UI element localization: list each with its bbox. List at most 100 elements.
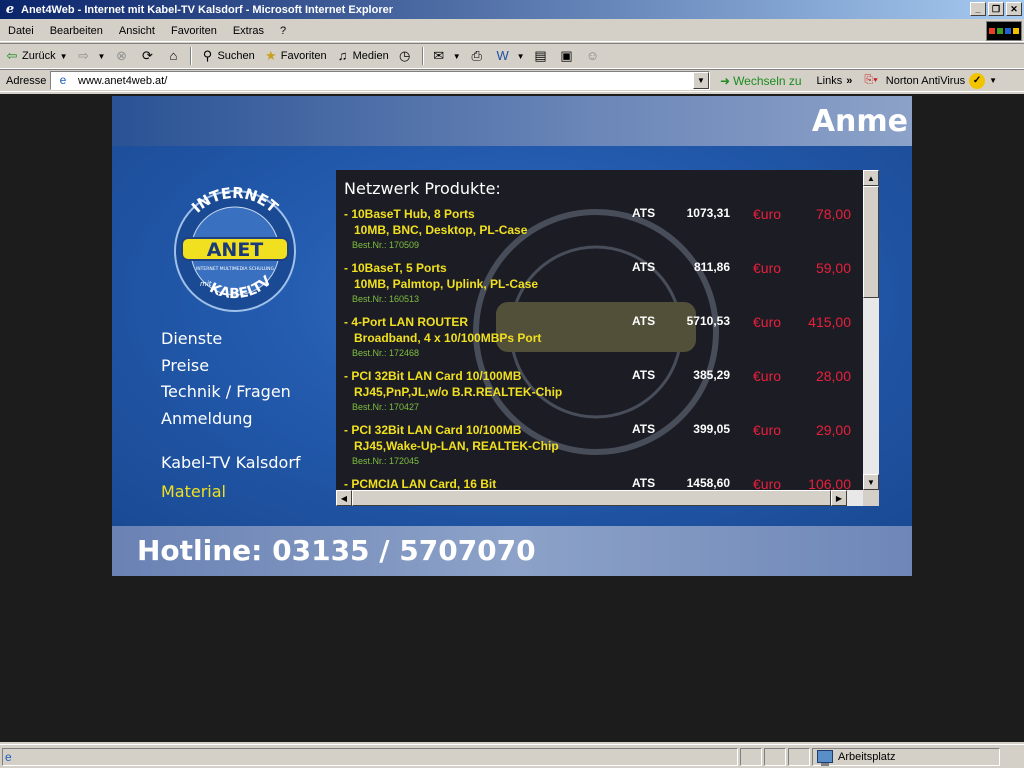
nav-kabeltv[interactable]: Kabel-TV Kalsdorf	[161, 450, 301, 477]
mail-button[interactable]: ✉ ▼	[427, 45, 465, 67]
logo-mit-text: mit	[200, 280, 212, 288]
ie-icon: e	[5, 2, 15, 17]
norton-antivirus-button[interactable]: Norton AntiVirus ✓ ▼	[885, 72, 997, 89]
go-arrow-icon: ➜	[720, 73, 731, 88]
menu-bearbeiten[interactable]: Bearbeiten	[42, 25, 111, 37]
ats-price: 811,86	[693, 260, 730, 274]
menu-extras[interactable]: Extras	[225, 25, 272, 37]
product-row[interactable]: - PCI 32Bit LAN Card 10/100MB RJ45,Wake-…	[344, 422, 854, 476]
media-icon: ♫	[337, 48, 348, 63]
status-text-area: e	[2, 747, 738, 766]
research-icon: ▣	[560, 48, 573, 63]
address-dropdown-button[interactable]: ▼	[693, 72, 709, 89]
product-name: - PCI 32Bit LAN Card 10/100MB RJ45,PnP,J…	[344, 369, 563, 399]
menu-favoriten[interactable]: Favoriten	[163, 25, 225, 37]
restore-button[interactable]: ❐	[988, 2, 1004, 16]
product-name: - PCI 32Bit LAN Card 10/100MB RJ45,Wake-…	[344, 423, 559, 453]
norton-label: Norton AntiVirus	[885, 74, 966, 87]
ats-price: 385,29	[693, 368, 730, 382]
discuss-icon: ▤	[534, 48, 547, 63]
forward-arrow-icon: ⇨	[78, 48, 89, 63]
address-url: www.anet4web.at/	[78, 74, 168, 87]
nav-technik[interactable]: Technik / Fragen	[161, 379, 301, 406]
product-row[interactable]: - 4-Port LAN ROUTER Broadband, 4 x 10/10…	[344, 314, 854, 368]
product-order-number: Best.Nr.: 172045	[352, 456, 420, 466]
close-button[interactable]: ✕	[1006, 2, 1022, 16]
horizontal-scroll-thumb[interactable]	[352, 490, 831, 506]
print-button[interactable]: ⎙	[465, 45, 491, 67]
menu-datei[interactable]: Datei	[0, 25, 42, 37]
scroll-left-button[interactable]: ◀	[336, 490, 352, 506]
mail-icon: ✉	[433, 48, 445, 63]
messenger-button[interactable]: ☺	[581, 45, 607, 67]
search-button[interactable]: ⚲ Suchen	[195, 45, 258, 67]
back-button[interactable]: ⇦ Zurück ▼	[0, 45, 72, 67]
vertical-scrollbar[interactable]: ▲ ▼	[863, 170, 879, 490]
pdf-icon[interactable]: ⎘▾	[864, 74, 877, 87]
mail-dropdown-icon: ▼	[452, 51, 461, 61]
product-row[interactable]: - 10BaseT, 5 Ports 10MB, Palmtop, Uplink…	[344, 260, 854, 314]
ats-price: 5710,53	[686, 314, 730, 328]
euro-price: 78,00	[815, 206, 851, 222]
research-button[interactable]: ▣	[555, 45, 581, 67]
toolbar-separator	[421, 47, 424, 65]
address-input[interactable]: e www.anet4web.at/ ▼	[50, 71, 710, 90]
horizontal-scrollbar[interactable]: ◀ ▶	[336, 490, 863, 506]
nav-anmeldung[interactable]: Anmeldung	[161, 406, 301, 433]
refresh-button[interactable]: ⟳	[135, 45, 161, 67]
status-cell	[788, 747, 810, 766]
security-zone: Arbeitsplatz	[812, 747, 1000, 766]
media-button[interactable]: ♫ Medien	[331, 45, 393, 67]
euro-price: 59,00	[815, 260, 851, 276]
history-button[interactable]: ◷	[393, 45, 419, 67]
anet-logo[interactable]: INTERNET KABELTV mit ANET INTERNET MULTI…	[160, 186, 310, 316]
forward-button[interactable]: ⇨ ▼	[72, 45, 110, 67]
site-footer-band: Hotline: 03135 / 5707070	[112, 526, 912, 576]
favorites-button[interactable]: ★ Favoriten	[259, 45, 331, 67]
edit-dropdown-icon: ▼	[516, 51, 525, 61]
nav-dienste[interactable]: Dienste	[161, 326, 301, 353]
site-main: INTERNET KABELTV mit ANET INTERNET MULTI…	[112, 146, 912, 526]
product-name: - 10BaseT Hub, 8 Ports 10MB, BNC, Deskto…	[344, 207, 528, 237]
toolbar-separator	[190, 47, 193, 65]
links-button[interactable]: Links	[817, 75, 843, 87]
stop-icon: ⊗	[116, 48, 127, 63]
vertical-scroll-thumb[interactable]	[863, 186, 879, 298]
euro-label: €uro	[753, 206, 782, 222]
menu-help[interactable]: ?	[272, 25, 294, 37]
home-button[interactable]: ⌂	[161, 45, 187, 67]
ats-label: ATS	[632, 206, 656, 220]
word-edit-icon: W	[496, 48, 509, 63]
discuss-button[interactable]: ▤	[529, 45, 555, 67]
links-chevron-icon[interactable]: »	[846, 75, 852, 87]
stop-button[interactable]: ⊗	[109, 45, 135, 67]
browser-content: Anme INTERNET KABELTV mit ANET INTERNET …	[0, 94, 1024, 742]
menu-ansicht[interactable]: Ansicht	[111, 25, 163, 37]
product-row[interactable]: - PCI 32Bit LAN Card 10/100MB RJ45,PnP,J…	[344, 368, 854, 422]
scroll-up-button[interactable]: ▲	[863, 170, 879, 186]
home-icon: ⌂	[169, 48, 178, 63]
ats-label: ATS	[632, 260, 656, 274]
edit-button[interactable]: W ▼	[491, 45, 529, 67]
media-label: Medien	[352, 50, 389, 62]
search-label: Suchen	[217, 50, 255, 62]
favorites-label: Favoriten	[280, 50, 327, 62]
anet-site: Anme INTERNET KABELTV mit ANET INTERNET …	[112, 96, 912, 576]
scroll-right-button[interactable]: ▶	[831, 490, 847, 506]
scroll-down-button[interactable]: ▼	[863, 474, 879, 490]
ats-label: ATS	[632, 476, 656, 490]
nav-preise[interactable]: Preise	[161, 353, 301, 380]
address-bar: Adresse e www.anet4web.at/ ▼ ➜ Wechseln …	[0, 69, 1024, 92]
zone-label: Arbeitsplatz	[838, 750, 896, 763]
euro-label: €uro	[753, 314, 782, 330]
window-titlebar: e Anet4Web - Internet mit Kabel-TV Kalsd…	[0, 0, 1024, 19]
ats-price: 399,05	[693, 422, 730, 436]
euro-label: €uro	[753, 368, 782, 384]
status-cell	[740, 747, 762, 766]
go-button[interactable]: ➜ Wechseln zu	[720, 74, 805, 88]
euro-price: 29,00	[815, 422, 851, 438]
minimize-button[interactable]: _	[970, 2, 986, 16]
nav-material[interactable]: Material	[161, 479, 301, 506]
product-row[interactable]: - 10BaseT Hub, 8 Ports 10MB, BNC, Deskto…	[344, 206, 854, 260]
euro-price: 28,00	[815, 368, 851, 384]
